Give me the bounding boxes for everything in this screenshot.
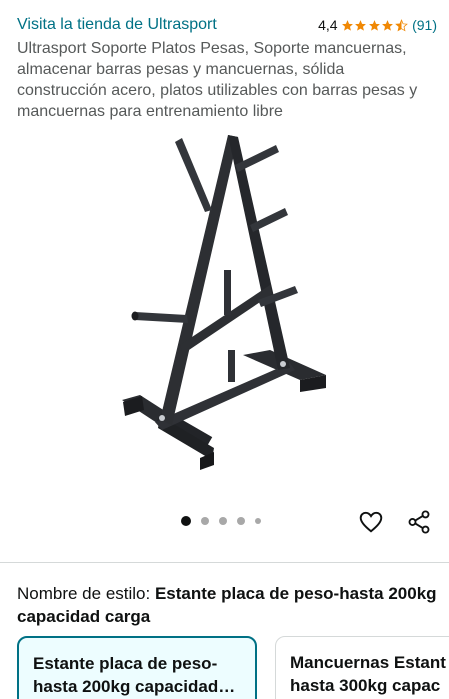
carousel-dot[interactable]	[237, 517, 245, 525]
style-label: Nombre de estilo:	[17, 584, 151, 603]
half-star-icon	[394, 18, 408, 31]
wishlist-button[interactable]	[357, 508, 385, 536]
style-option-label-line2: hasta 300kg capac	[290, 676, 441, 695]
style-option[interactable]: Mancuernas Estant hasta 300kg capac	[275, 636, 449, 699]
star-icon	[382, 19, 394, 31]
style-option-label: Estante placa de peso-hasta 200kg capaci…	[33, 654, 219, 696]
rating-value: 4,4	[318, 17, 338, 33]
product-header: Visita la tienda de Ultrasport 4,4 (91)	[17, 15, 437, 35]
product-title: Ultrasport Soporte Platos Pesas, Soporte…	[17, 40, 418, 120]
style-selector-heading: Nombre de estilo: Estante placa de peso-…	[17, 582, 437, 628]
section-divider	[0, 562, 449, 563]
image-carousel-dots[interactable]	[181, 516, 271, 526]
star-icon	[341, 19, 353, 31]
style-option-label-line1: Mancuernas Estant	[290, 653, 446, 672]
share-button[interactable]	[405, 508, 433, 536]
share-icon	[408, 510, 430, 534]
carousel-dot[interactable]	[219, 517, 227, 525]
store-link[interactable]: Visita la tienda de Ultrasport	[17, 15, 217, 35]
style-option-selected[interactable]: Estante placa de peso-hasta 200kg capaci…	[17, 636, 257, 699]
carousel-dot-active[interactable]	[181, 516, 191, 526]
carousel-dot[interactable]	[255, 518, 261, 524]
product-page: Visita la tienda de Ultrasport 4,4 (91) …	[0, 0, 449, 699]
rating-stars	[341, 18, 409, 32]
star-icon	[368, 19, 380, 31]
star-icon	[355, 19, 367, 31]
rating-count[interactable]: (91)	[412, 17, 437, 33]
rating-summary[interactable]: 4,4 (91)	[318, 17, 437, 33]
weight-plate-rack-image[interactable]	[100, 120, 350, 480]
heart-icon	[359, 511, 383, 533]
carousel-dot[interactable]	[201, 517, 209, 525]
